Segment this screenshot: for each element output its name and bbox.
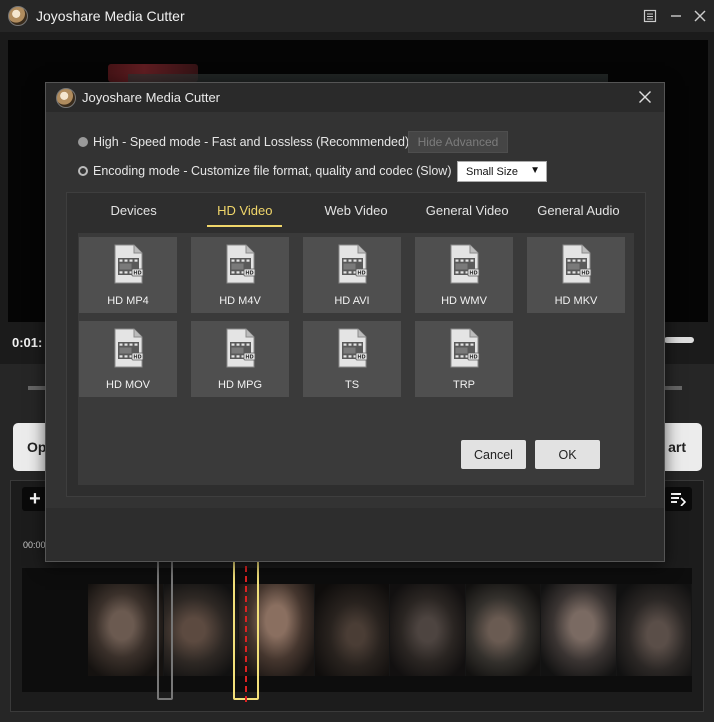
video-file-icon: HD <box>336 328 368 368</box>
playhead[interactable] <box>245 556 247 702</box>
svg-text:HD: HD <box>581 271 589 277</box>
svg-text:HD: HD <box>469 355 477 361</box>
format-label: HD MP4 <box>107 295 149 307</box>
tab-hd-video[interactable]: HD Video <box>189 193 300 227</box>
svg-text:HD: HD <box>245 355 253 361</box>
range-slider-left[interactable] <box>28 386 46 390</box>
thumbnail-frame <box>465 584 541 676</box>
tab-web-video[interactable]: Web Video <box>300 193 411 227</box>
svg-text:HD: HD <box>133 271 141 277</box>
thumbnail-frame <box>616 584 692 676</box>
menu-icon[interactable] <box>640 6 660 26</box>
hide-advanced-label: Hide Advanced <box>417 135 499 149</box>
hide-advanced-button[interactable]: Hide Advanced <box>408 131 508 153</box>
quality-select[interactable]: Small Size ▼ <box>457 161 547 182</box>
thumbnail-frame <box>390 584 466 676</box>
format-label: TS <box>344 379 360 391</box>
format-tile[interactable]: HD HD AVI <box>303 237 401 313</box>
tab-general-audio[interactable]: General Audio <box>523 193 634 227</box>
video-file-icon: HD <box>224 328 256 368</box>
video-file-icon: HD <box>560 244 592 284</box>
tab-general-video[interactable]: General Video <box>412 193 523 227</box>
svg-text:HD: HD <box>357 271 365 277</box>
close-icon[interactable] <box>634 86 656 108</box>
video-file-icon: HD <box>448 244 480 284</box>
format-label: HD M4V <box>219 295 261 307</box>
quality-select-value: Small Size <box>466 165 518 178</box>
tab-label: HD Video <box>217 202 273 218</box>
thumbnail-frame <box>88 584 164 676</box>
close-icon[interactable] <box>690 6 710 26</box>
current-time: 0:01: <box>12 335 43 350</box>
caret-down-icon: ▼ <box>530 165 540 176</box>
format-label: HD MKV <box>554 295 598 307</box>
high-speed-mode-option[interactable]: High - Speed mode - Fast and Lossless (R… <box>78 132 409 152</box>
format-tabs: Devices HD Video Web Video General Video… <box>78 193 634 227</box>
plus-icon: + <box>29 487 41 510</box>
format-grid: HD HD MP4 HD HD M4V HD HD AVI HD HD WMV HD HD MKV… <box>79 237 625 397</box>
svg-text:HD: HD <box>245 271 253 277</box>
format-tile[interactable]: HD TS <box>303 321 401 397</box>
format-label: HD AVI <box>334 295 370 307</box>
format-tile[interactable]: HD HD MOV <box>79 321 177 397</box>
ok-button[interactable]: OK <box>535 440 600 469</box>
video-file-icon: HD <box>112 328 144 368</box>
encoding-mode-option[interactable]: Encoding mode - Customize file format, q… <box>78 161 452 181</box>
high-speed-mode-label: High - Speed mode - Fast and Lossless (R… <box>93 135 410 149</box>
svg-text:HD: HD <box>357 355 365 361</box>
segment-list-icon[interactable] <box>664 487 692 511</box>
format-tile[interactable]: HD TRP <box>415 321 513 397</box>
app-logo-icon <box>8 6 28 26</box>
cancel-button-label: Cancel <box>474 447 513 462</box>
format-tile[interactable]: HD HD WMV <box>415 237 513 313</box>
radio-icon[interactable] <box>78 137 88 147</box>
format-label: HD WMV <box>441 295 487 307</box>
format-label: HD MOV <box>106 379 150 391</box>
start-button-label: art <box>668 439 686 455</box>
output-format-dialog: Joyoshare Media Cutter High - Speed mode… <box>45 82 665 562</box>
dialog-title: Joyoshare Media Cutter <box>82 90 221 105</box>
tab-devices[interactable]: Devices <box>78 193 189 227</box>
video-file-icon: HD <box>448 328 480 368</box>
format-label: HD MPG <box>218 379 262 391</box>
encoding-mode-label: Encoding mode - Customize file format, q… <box>93 164 452 178</box>
svg-text:HD: HD <box>469 271 477 277</box>
format-tile[interactable]: HD HD M4V <box>191 237 289 313</box>
svg-text:HD: HD <box>133 355 141 361</box>
dialog-footer <box>46 508 664 561</box>
format-tile[interactable]: HD HD MPG <box>191 321 289 397</box>
thumbnail-frame <box>163 584 239 676</box>
tab-label: General Video <box>425 202 509 218</box>
main-window-title: Joyoshare Media Cutter <box>36 8 185 24</box>
format-tile[interactable]: HD HD MKV <box>527 237 625 313</box>
format-tile[interactable]: HD HD MP4 <box>79 237 177 313</box>
radio-selected-icon[interactable] <box>78 166 88 176</box>
minimize-icon[interactable] <box>666 6 686 26</box>
cancel-button[interactable]: Cancel <box>461 440 526 469</box>
open-button-label: Op <box>27 439 47 455</box>
app-logo-icon <box>56 87 76 108</box>
format-label: TRP <box>453 379 475 391</box>
seek-slider-handle[interactable] <box>664 337 694 343</box>
main-title-bar: Joyoshare Media Cutter <box>0 0 714 32</box>
ok-button-label: OK <box>558 447 577 462</box>
video-file-icon: HD <box>224 244 256 284</box>
thumbnail-frame <box>541 584 617 676</box>
tab-label: Devices <box>110 202 157 218</box>
thumbnail-frame <box>314 584 390 676</box>
tab-label: General Audio <box>537 202 620 218</box>
range-slider-right[interactable] <box>664 386 682 390</box>
timeline-thumbnails <box>88 584 692 676</box>
video-file-icon: HD <box>112 244 144 284</box>
dialog-title-bar: Joyoshare Media Cutter <box>46 83 664 112</box>
segment-start-handle[interactable] <box>157 560 173 700</box>
video-file-icon: HD <box>336 244 368 284</box>
timeline-start-time: 00:00 <box>23 540 46 550</box>
tab-label: Web Video <box>324 202 388 218</box>
